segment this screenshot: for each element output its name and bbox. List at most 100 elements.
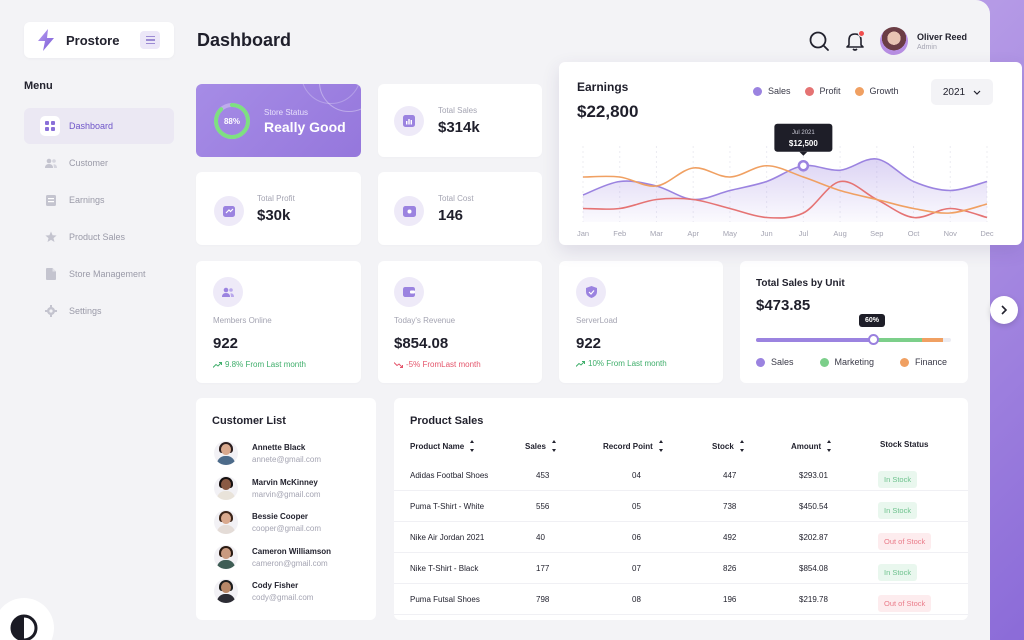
column-header-product-name[interactable]: Product Name: [410, 440, 475, 452]
trend-up-icon: [213, 361, 222, 368]
revenue-icon: [394, 277, 424, 307]
cell-stock: 826: [723, 564, 737, 573]
user-avatar[interactable]: [880, 27, 908, 55]
avatar: [214, 510, 238, 534]
x-tick-label: Nov: [944, 229, 958, 238]
server-load-card[interactable]: ServerLoad 922 10% From Last month: [559, 261, 723, 383]
next-page-button[interactable]: [990, 296, 1018, 324]
user-info[interactable]: Oliver Reed Admin: [917, 32, 967, 51]
status-badge: Out of Stock: [878, 533, 932, 550]
cell-stock: 738: [723, 502, 737, 511]
customer-name: Cody Fisher: [252, 580, 299, 590]
unit-tooltip: 60%: [859, 314, 886, 327]
sales-by-unit-card[interactable]: Total Sales by Unit $473.85 60% Sales Ma…: [740, 261, 968, 383]
notifications-button[interactable]: [844, 30, 866, 52]
metric-value: 922: [213, 335, 239, 352]
metric-value: 922: [576, 335, 602, 352]
legend-sales: Sales: [756, 357, 794, 367]
avatar: [214, 545, 238, 569]
customer-name: Bessie Cooper: [252, 511, 309, 521]
table-row[interactable]: Puma Futsal Shoes 798 08 196 $219.78 Out of S…: [394, 584, 968, 615]
list-item[interactable]: Bessie Cooper cooper@gmail.com: [214, 507, 321, 537]
sidebar-item-label: Settings: [69, 306, 102, 316]
unit-value: $473.85: [756, 297, 811, 314]
table-row[interactable]: Nike T-Shirt - Black 177 07 826 $854.08 In St…: [394, 553, 968, 584]
unit-slider-handle[interactable]: [867, 334, 879, 345]
trend-text: 10% From Last month: [588, 359, 667, 368]
notification-dot: [858, 30, 865, 37]
cell-amount: $219.78: [799, 595, 828, 604]
cell-sales: 556: [536, 502, 550, 511]
legend-finance: Finance: [900, 357, 947, 367]
sort-icon: [658, 440, 663, 452]
menu-heading: Menu: [24, 80, 53, 92]
tooltip-date: Jul 2021: [792, 130, 815, 136]
x-tick-label: Feb: [613, 229, 626, 238]
collapse-menu-button[interactable]: [140, 31, 160, 49]
shield-icon: [576, 277, 606, 307]
sidebar-item-label: Customer: [69, 158, 109, 168]
table-row[interactable]: Puma T-Shirt - White 556 05 738 $450.54 In St…: [394, 491, 968, 522]
product-sales-title: Product Sales: [410, 415, 484, 427]
gear-icon: [44, 304, 58, 318]
stat-value: $314k: [438, 119, 480, 136]
members-online-card[interactable]: Members Online 922 9.8% From Last month: [196, 261, 361, 383]
list-item[interactable]: Cody Fisher cody@gmail.com: [214, 576, 313, 606]
status-badge: In Stock: [878, 564, 918, 581]
todays-revenue-card[interactable]: Today's Revenue $854.08 -5% FromLast mon…: [378, 261, 542, 383]
sidebar-item-label: Store Management: [69, 269, 146, 279]
sidebar-item-store-management[interactable]: Store Management: [24, 256, 174, 292]
list-item[interactable]: Cameron Williamson cameron@gmail.com: [214, 542, 331, 572]
column-header-stock-status: Stock Status: [880, 440, 929, 449]
total-profit-card[interactable]: Total Profit $30k: [196, 172, 361, 245]
status-badge: In Stock: [878, 471, 918, 488]
unit-title: Total Sales by Unit: [756, 278, 845, 289]
sort-icon: [470, 440, 475, 452]
customer-email: marvin@gmail.com: [252, 489, 321, 499]
members-icon: [213, 277, 243, 307]
table-row[interactable]: Nike Air Jordan 2021 40 06 492 $202.87 Out of…: [394, 522, 968, 553]
stat-value: $30k: [257, 207, 291, 224]
column-header-sales[interactable]: Sales: [525, 440, 556, 452]
search-button[interactable]: [808, 30, 830, 52]
total-cost-card[interactable]: Total Cost 146: [378, 172, 542, 245]
sidebar-nav: Dashboard Customer Earnings Product Sale…: [24, 108, 174, 330]
x-tick-label: Jan: [577, 229, 589, 238]
sidebar-item-customer[interactable]: Customer: [24, 145, 174, 181]
customer-email: cameron@gmail.com: [252, 558, 328, 568]
table-row[interactable]: Adidas Footbal Shoes 453 04 447 $293.01 In St…: [394, 460, 968, 491]
customer-email: annete@gmail.com: [252, 454, 322, 464]
user-name: Oliver Reed: [917, 31, 968, 42]
metric-value: $854.08: [394, 335, 449, 352]
column-header-amount[interactable]: Amount: [791, 440, 832, 452]
cell-sales: 177: [536, 564, 550, 573]
trend-up-icon: [576, 360, 585, 367]
bar-segment: [873, 338, 922, 342]
sidebar-item-earnings[interactable]: Earnings: [24, 182, 174, 218]
store-status-card[interactable]: 88% Store Status Really Good: [196, 84, 361, 157]
ledger-icon: [44, 193, 58, 207]
sort-icon: [827, 440, 832, 452]
document-icon: [44, 267, 58, 281]
brand-logo[interactable]: Prostore: [24, 22, 174, 58]
stat-label: Total Cost: [438, 194, 474, 203]
x-tick-label: Oct: [908, 229, 921, 238]
list-item[interactable]: Annette Black annete@gmail.com: [214, 438, 321, 468]
x-tick-label: May: [723, 229, 737, 238]
total-sales-card[interactable]: Total Sales $314k: [378, 84, 542, 157]
unit-progress-bar: [756, 338, 951, 342]
column-header-stock[interactable]: Stock: [712, 440, 744, 452]
status-label: Store Status: [264, 108, 309, 117]
sidebar-item-label: Earnings: [69, 195, 105, 205]
sidebar-item-label: Product Sales: [69, 232, 126, 242]
sidebar-item-product-sales[interactable]: Product Sales: [24, 219, 174, 255]
cell-record: 05: [632, 502, 641, 511]
earnings-line-chart: Jan Feb Mar Apr May Jun Jul Aug Sep Oct Nov Dec Jul …: [577, 123, 994, 238]
column-header-record-point[interactable]: Record Point: [603, 440, 663, 452]
list-item[interactable]: Marvin McKinney marvin@gmail.com: [214, 473, 321, 503]
trend-text: 9.8% From Last month: [225, 360, 306, 369]
sidebar-item-dashboard[interactable]: Dashboard: [24, 108, 174, 144]
status-percent: 88%: [223, 116, 240, 126]
sidebar-item-settings[interactable]: Settings: [24, 293, 174, 329]
customer-list-title: Customer List: [212, 415, 286, 427]
